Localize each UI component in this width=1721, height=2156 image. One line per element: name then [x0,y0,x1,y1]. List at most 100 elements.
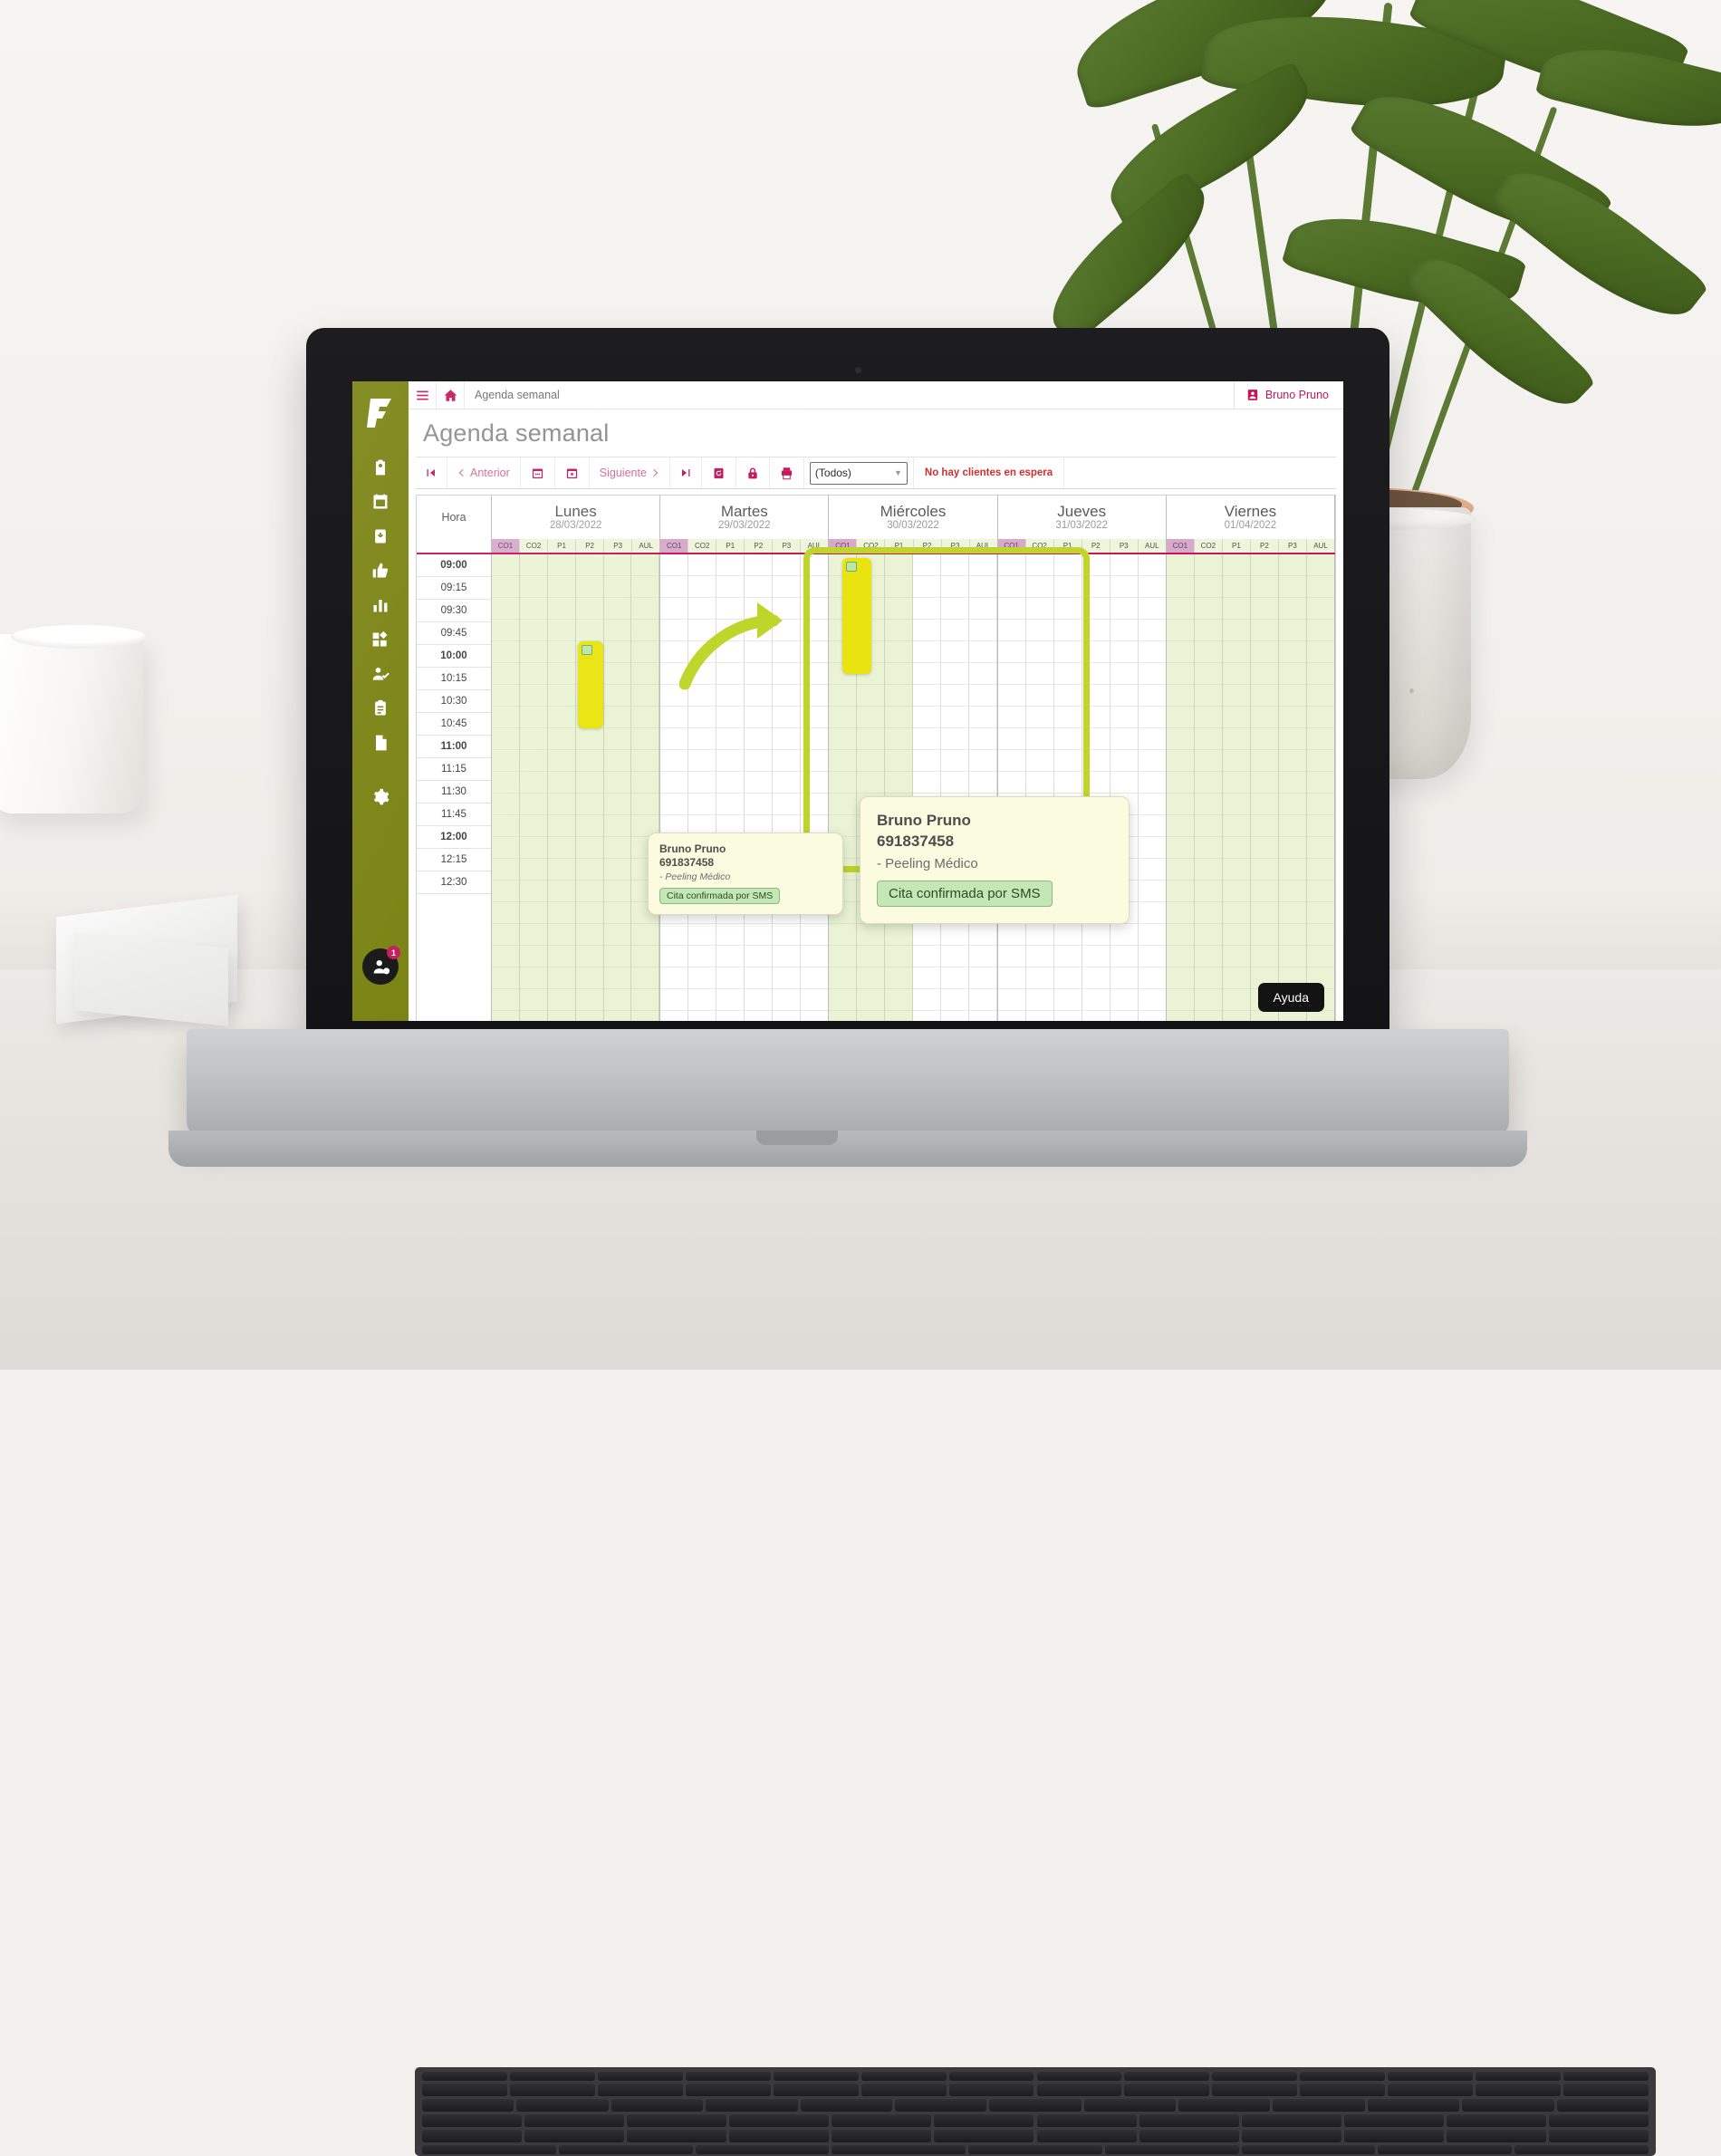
resource-slot[interactable] [603,554,632,1021]
last-week-button[interactable] [670,457,702,488]
resource-slot[interactable] [885,554,914,1021]
resource-cell[interactable]: P1 [1222,539,1251,553]
resource-cell[interactable]: P3 [941,539,970,553]
keyboard-key [422,2098,514,2112]
resource-cell[interactable]: P3 [773,539,802,553]
lock-button[interactable] [736,457,770,488]
day-column-header[interactable]: Miércoles 30/03/2022 [829,496,998,539]
day-column-header[interactable]: Martes 29/03/2022 [660,496,830,539]
resource-cell[interactable]: CO2 [857,539,886,553]
resource-slot[interactable] [1194,554,1223,1021]
user-menu[interactable]: Bruno Pruno [1233,381,1343,409]
sidebar-item-tareas[interactable] [352,691,409,726]
resource-cell[interactable]: P2 [576,539,605,553]
calendar-icon [373,494,388,509]
appointment-block-miercoles[interactable] [842,558,872,674]
sidebar-item-valoraciones[interactable] [352,553,409,588]
print-button[interactable] [770,457,804,488]
resource-slot[interactable] [1306,554,1334,1021]
resource-cell[interactable]: CO2 [688,539,717,553]
resource-slot[interactable] [968,554,997,1021]
resource-slot[interactable] [575,554,604,1021]
sidebar-item-clientes[interactable] [352,657,409,691]
resource-slot[interactable] [1222,554,1251,1021]
keyboard-key [934,2129,1034,2142]
home-button[interactable] [437,381,465,409]
tooltip-service: - Peeling Médico [659,871,731,882]
resource-cell[interactable]: CO2 [520,539,549,553]
resource-slot[interactable] [1278,554,1307,1021]
resource-slot[interactable] [1053,554,1082,1021]
menu-button[interactable] [409,381,437,409]
resource-slot[interactable] [940,554,969,1021]
resource-cell[interactable]: P3 [1110,539,1139,553]
sidebar-avatar[interactable]: 1 [362,946,400,985]
resource-cell[interactable]: P1 [548,539,577,553]
keyboard-key [1476,2071,1562,2081]
appointment-block-lunes[interactable] [578,641,603,728]
resource-slot[interactable] [801,554,829,1021]
sidebar-item-estadisticas[interactable] [352,588,409,622]
resource-cell[interactable]: P3 [1278,539,1307,553]
resource-cell[interactable]: CO1 [829,539,858,553]
sidebar-item-agenda[interactable] [352,485,409,519]
week-view-button[interactable] [521,457,555,488]
resource-cell[interactable]: P1 [885,539,914,553]
next-week-button[interactable]: Siguiente [590,457,670,488]
resource-slot[interactable] [492,554,520,1021]
page-title: Agenda semanal [423,419,610,447]
day-view-button[interactable] [555,457,590,488]
keyboard-key [627,2113,727,2127]
keyboard-key [1343,2129,1444,2142]
resource-slot[interactable] [1250,554,1279,1021]
day-column-header[interactable]: Viernes 01/04/2022 [1167,496,1335,539]
resource-slot[interactable] [1082,554,1110,1021]
resource-cell[interactable]: AUL [969,539,997,553]
resource-cell[interactable]: AUL [1138,539,1166,553]
resource-slot[interactable] [1166,554,1195,1021]
resource-cell[interactable]: CO1 [997,539,1026,553]
sidebar-item-entradas[interactable] [352,519,409,553]
avatar-notification-badge: 1 [387,946,400,959]
resource-cell[interactable]: CO1 [660,539,689,553]
sidebar-item-documentos[interactable] [352,726,409,760]
resource-slot[interactable] [1138,554,1166,1021]
day-column-header[interactable]: Lunes 28/03/2022 [492,496,661,539]
resource-cell[interactable]: P2 [745,539,774,553]
prev-week-button[interactable]: Anterior [447,457,521,488]
day-column-header[interactable]: Jueves 31/03/2022 [998,496,1167,539]
resource-cell[interactable]: CO1 [492,539,521,553]
sidebar-item-modulos[interactable] [352,622,409,657]
filter-select[interactable]: (Todos) ▼ [809,461,908,485]
resource-cell[interactable]: P2 [1250,539,1279,553]
resource-cell[interactable]: AUL [1306,539,1334,553]
resource-slot[interactable] [1025,554,1054,1021]
sidebar-item-configuracion[interactable] [352,780,409,814]
resource-cell[interactable]: P2 [1082,539,1110,553]
refresh-button[interactable] [702,457,736,488]
logo-f-icon [367,399,391,428]
resource-cell[interactable]: P3 [604,539,633,553]
time-label: 09:30 [417,600,491,622]
resource-slot[interactable] [913,554,941,1021]
calendar-day-icon [566,468,577,478]
resource-cell[interactable]: CO2 [1025,539,1054,553]
resource-slot[interactable] [631,554,660,1021]
resource-cell[interactable]: AUL [801,539,829,553]
resource-cell[interactable]: P2 [913,539,942,553]
resource-slot[interactable] [997,554,1026,1021]
resource-slot[interactable] [519,554,548,1021]
help-button[interactable]: Ayuda [1257,983,1324,1012]
sidebar-item-fichas[interactable] [352,450,409,485]
resource-cell[interactable]: P1 [1053,539,1082,553]
resource-cell[interactable]: CO1 [1166,539,1195,553]
resource-slot[interactable] [1110,554,1139,1021]
brand-logo[interactable] [352,385,409,441]
day-name: Lunes [554,502,597,520]
resource-cell[interactable]: P1 [716,539,745,553]
resource-cell[interactable]: CO2 [1194,539,1223,553]
resource-cell[interactable]: AUL [632,539,660,553]
laptop-camera [855,367,861,373]
resource-slot[interactable] [547,554,576,1021]
first-week-button[interactable] [416,457,447,488]
